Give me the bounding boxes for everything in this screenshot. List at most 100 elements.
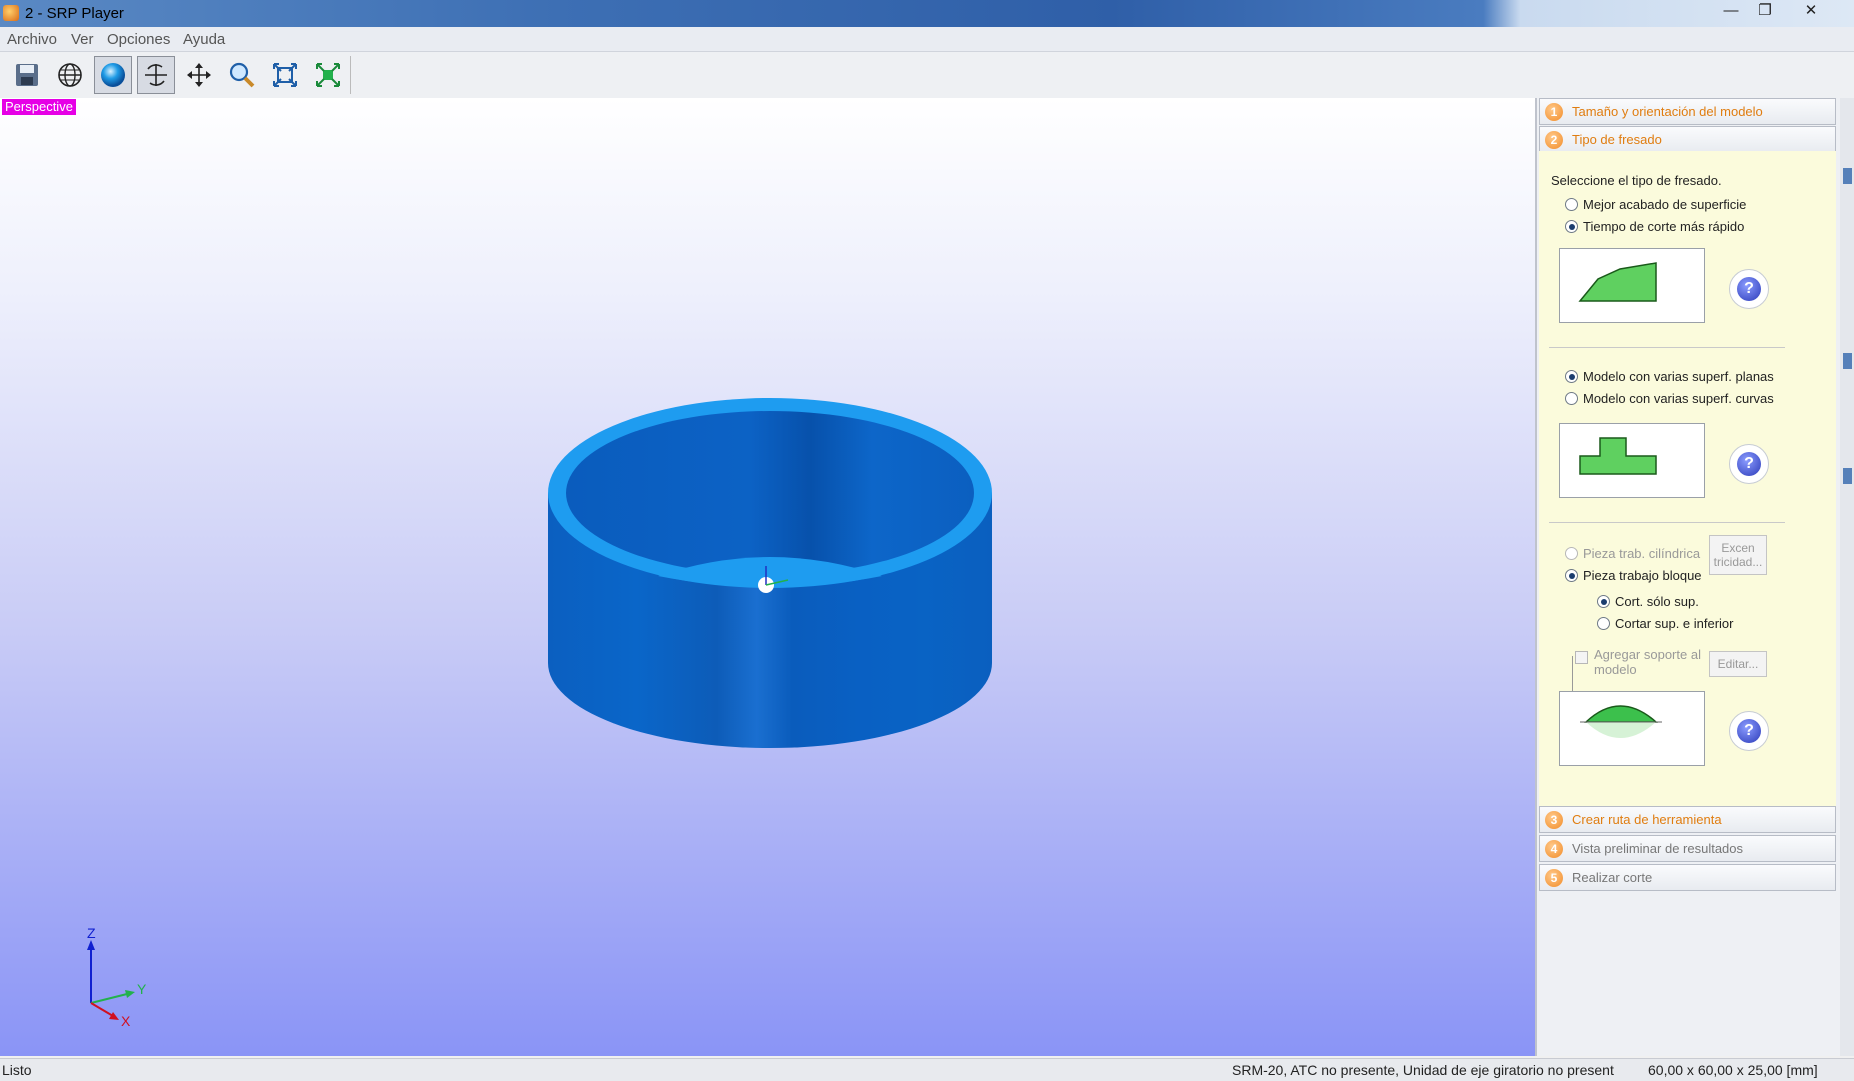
step-number: 1 — [1545, 102, 1563, 121]
toolbar-separator — [350, 56, 351, 94]
close-button[interactable]: ✕ — [1795, 0, 1827, 22]
menu-archivo[interactable]: Archivo — [7, 31, 57, 48]
x-axis-label: X — [121, 1013, 131, 1028]
help-model-button[interactable]: ? — [1729, 444, 1769, 484]
menu-ver[interactable]: Ver — [71, 31, 94, 48]
help-icon: ? — [1737, 719, 1761, 743]
shaded-sphere-icon — [101, 63, 125, 87]
radio-button[interactable] — [1565, 370, 1578, 383]
help-icon: ? — [1737, 277, 1761, 301]
model-type-preview — [1559, 423, 1705, 498]
save-icon — [16, 64, 38, 86]
step-number: 5 — [1545, 868, 1563, 887]
radio-best-finish[interactable]: Mejor acabado de superficie — [1565, 197, 1746, 212]
radio-curved-surfaces[interactable]: Modelo con varias superf. curvas — [1565, 391, 1774, 406]
save-button[interactable] — [8, 56, 46, 94]
zoom-icon — [229, 62, 255, 88]
shaded-view-button[interactable] — [94, 56, 132, 94]
menu-bar: Archivo Ver Opciones Ayuda — [0, 27, 1854, 52]
radio-button[interactable] — [1565, 569, 1578, 582]
step-5-button[interactable]: 5 Realizar corte — [1539, 864, 1836, 891]
help-icon: ? — [1737, 452, 1761, 476]
add-support-checkbox[interactable]: Agregar soporte al modelo — [1575, 647, 1705, 677]
milling-wizard-panel: 1 Tamaño y orientación del modelo 2 Tipo… — [1537, 98, 1840, 1056]
fit-view-button[interactable] — [266, 56, 304, 94]
machine-status: SRM-20, ATC no presente, Unidad de eje g… — [1232, 1062, 1614, 1078]
zoom-extents-button[interactable] — [309, 56, 347, 94]
dome-profile-icon — [1580, 705, 1662, 738]
step-label: Tamaño y orientación del modelo — [1572, 104, 1763, 119]
step-1-button[interactable]: 1 Tamaño y orientación del modelo — [1539, 98, 1836, 125]
minimize-button[interactable]: — — [1715, 0, 1747, 22]
step-label: Tipo de fresado — [1572, 132, 1662, 147]
help-finish-button[interactable]: ? — [1729, 269, 1769, 309]
step-number: 2 — [1545, 130, 1563, 149]
workpiece-preview — [1559, 691, 1705, 766]
step-3-button[interactable]: 3 Crear ruta de herramienta — [1539, 806, 1836, 833]
pan-button[interactable] — [180, 56, 218, 94]
rotate-button[interactable] — [137, 56, 175, 94]
radio-button[interactable] — [1597, 617, 1610, 630]
radio-fastest-cut[interactable]: Tiempo de corte más rápido — [1565, 219, 1744, 234]
cylinder-model[interactable] — [540, 398, 1000, 768]
radio-flat-surfaces[interactable]: Modelo con varias superf. planas — [1565, 369, 1774, 384]
radio-cylindrical-workpiece[interactable]: Pieza trab. cilíndrica — [1565, 546, 1700, 561]
view-mode-label: Perspective — [2, 99, 76, 115]
radio-button[interactable] — [1565, 198, 1578, 211]
milling-type-prompt: Seleccione el tipo de fresado. — [1551, 173, 1722, 188]
step-4-button[interactable]: 4 Vista preliminar de resultados — [1539, 835, 1836, 862]
axis-triad: Z Y X — [87, 928, 147, 1028]
radio-cut-top-only[interactable]: Cort. sólo sup. — [1597, 594, 1699, 609]
y-axis-label: Y — [137, 981, 147, 997]
toolbar — [0, 52, 1854, 99]
stepped-profile-icon — [1579, 437, 1657, 475]
step-label: Realizar corte — [1572, 870, 1653, 885]
restore-icon: ❐ — [1758, 2, 1772, 19]
restore-button[interactable]: ❐ — [1749, 0, 1781, 22]
close-icon: ✕ — [1804, 2, 1818, 19]
checkbox[interactable] — [1575, 651, 1588, 664]
z-axis-label: Z — [87, 928, 96, 941]
radio-button[interactable] — [1565, 220, 1578, 233]
app-icon — [3, 5, 19, 21]
finish-preview — [1559, 248, 1705, 323]
3d-viewport[interactable]: Perspective Z Y X — [0, 98, 1537, 1056]
step-label: Vista preliminar de resultados — [1572, 841, 1744, 856]
minimize-icon: — — [1723, 2, 1739, 19]
radio-block-workpiece[interactable]: Pieza trabajo bloque — [1565, 568, 1702, 583]
rotate-icon — [145, 64, 167, 86]
wireframe-globe-icon — [58, 63, 82, 87]
wireframe-button[interactable] — [51, 56, 89, 94]
menu-ayuda[interactable]: Ayuda — [183, 31, 225, 48]
step-label: Crear ruta de herramienta — [1572, 812, 1722, 827]
radio-button[interactable] — [1565, 392, 1578, 405]
radio-button[interactable] — [1565, 547, 1578, 560]
scroll-indicator — [1843, 353, 1852, 369]
edit-support-button[interactable]: Editar... — [1709, 651, 1767, 677]
window-title: 2 - SRP Player — [25, 5, 124, 22]
menu-opciones[interactable]: Opciones — [107, 31, 170, 48]
side-scrollbar[interactable] — [1840, 98, 1854, 1056]
step-2-button[interactable]: 2 Tipo de fresado — [1539, 126, 1836, 153]
zoom-button[interactable] — [223, 56, 261, 94]
divider — [1549, 347, 1785, 348]
milling-type-section: Seleccione el tipo de fresado. Mejor aca… — [1539, 151, 1836, 819]
model-dimensions: 60,00 x 60,00 x 25,00 [mm] — [1648, 1062, 1818, 1078]
radio-button[interactable] — [1597, 595, 1610, 608]
step-number: 3 — [1545, 810, 1563, 829]
zoom-extents-icon — [316, 63, 340, 87]
status-bar: Listo SRM-20, ATC no presente, Unidad de… — [0, 1058, 1854, 1081]
fit-view-icon — [273, 63, 297, 87]
help-workpiece-button[interactable]: ? — [1729, 711, 1769, 751]
status-text: Listo — [2, 1062, 32, 1078]
title-bar: 2 - SRP Player — ❐ ✕ — [0, 0, 1854, 27]
eccentricity-button[interactable]: Excen tricidad... — [1709, 535, 1767, 575]
surface-profile-icon — [1578, 262, 1657, 302]
pan-icon — [187, 63, 211, 87]
step-number: 4 — [1545, 839, 1563, 858]
divider — [1549, 522, 1785, 523]
tree-connector — [1572, 656, 1573, 696]
scroll-indicator — [1843, 468, 1852, 484]
radio-cut-top-bottom[interactable]: Cortar sup. e inferior — [1597, 616, 1734, 631]
scroll-indicator — [1843, 168, 1852, 184]
